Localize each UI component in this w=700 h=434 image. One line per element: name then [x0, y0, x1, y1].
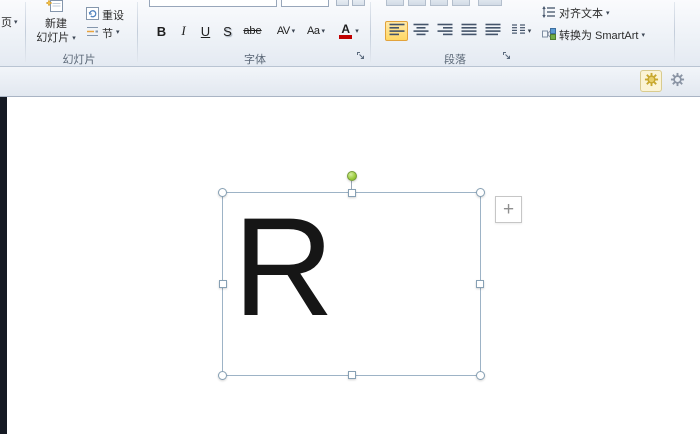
align-left-button[interactable] — [385, 21, 408, 41]
italic-button[interactable]: I — [173, 21, 194, 41]
grow-font-button-partial[interactable] — [336, 0, 349, 6]
font-color-letter: A — [341, 24, 350, 35]
reset-label: 重设 — [102, 7, 124, 23]
dropdown-arrow-icon: ▾ — [641, 32, 645, 39]
paragraph-group-label: 段落 — [400, 51, 510, 67]
font-size-combo-partial[interactable] — [281, 0, 329, 7]
dropdown-arrow-icon: ▾ — [355, 28, 359, 35]
group-divider — [674, 2, 675, 62]
resize-handle-top-middle[interactable] — [348, 189, 356, 197]
resize-handle-bottom-left[interactable] — [218, 371, 227, 380]
selected-textbox[interactable]: R — [222, 192, 481, 376]
shrink-font-button-partial[interactable] — [352, 0, 365, 6]
align-center-button[interactable] — [409, 21, 432, 41]
dropdown-arrow-icon: ▾ — [606, 10, 610, 17]
font-color-swatch — [339, 35, 352, 39]
new-slide-label-line1: 新建 — [45, 17, 67, 31]
ribbon-home-tab: 页 ▾ 新建 幻灯片 ▾ — [0, 0, 700, 67]
align-center-icon — [413, 23, 429, 39]
resize-handle-top-left[interactable] — [218, 188, 227, 197]
change-case-label: Aa — [307, 25, 319, 37]
new-slide-button[interactable]: 新建 幻灯片 ▾ — [28, 0, 84, 46]
columns-icon — [511, 23, 526, 39]
align-text-button[interactable]: 对齐文本 ▾ — [542, 5, 610, 21]
group-divider — [370, 2, 371, 62]
bold-button[interactable]: B — [151, 21, 172, 41]
resize-handle-right-middle[interactable] — [476, 280, 484, 288]
numbering-button-partial[interactable] — [408, 0, 426, 6]
dropdown-arrow-icon: ▾ — [14, 19, 18, 26]
dropdown-arrow-icon: ▾ — [72, 35, 76, 42]
cutoff-left-label: 页 — [1, 14, 12, 30]
change-case-button[interactable]: Aa ▾ — [302, 21, 330, 41]
font-color-button[interactable]: A ▾ — [336, 21, 362, 41]
font-name-combo-partial[interactable] — [149, 0, 277, 7]
settings-button[interactable] — [666, 70, 688, 92]
align-text-label: 对齐文本 — [559, 5, 603, 21]
resize-handle-bottom-right[interactable] — [476, 371, 485, 380]
character-spacing-button[interactable]: AV ▾ — [272, 21, 300, 41]
bullets-button-partial[interactable] — [386, 0, 404, 6]
rotation-handle[interactable] — [347, 171, 357, 181]
left-panel-edge — [0, 97, 7, 434]
resize-handle-left-middle[interactable] — [219, 280, 227, 288]
dropdown-arrow-icon: ▾ — [116, 29, 120, 36]
slides-group-label: 幻灯片 — [26, 51, 132, 67]
columns-button[interactable]: ▾ — [507, 21, 535, 41]
smartart-icon — [542, 28, 556, 43]
line-spacing-button-partial[interactable] — [478, 0, 502, 6]
align-text-icon — [542, 6, 556, 21]
dropdown-arrow-icon: ▾ — [528, 28, 532, 35]
secondary-toolbar — [0, 67, 700, 97]
font-color-icon: A — [339, 24, 352, 39]
text-shadow-button[interactable]: S — [217, 21, 238, 41]
increase-indent-button-partial[interactable] — [452, 0, 470, 6]
distribute-button[interactable] — [481, 21, 504, 41]
justify-icon — [461, 23, 477, 39]
cutoff-left-button[interactable]: 页 ▾ — [1, 14, 18, 30]
plus-button[interactable]: + — [495, 196, 522, 223]
section-label: 节 — [102, 25, 113, 41]
underline-button[interactable]: U — [195, 21, 216, 41]
align-right-button[interactable] — [433, 21, 456, 41]
convert-to-smartart-label: 转换为 SmartArt — [559, 27, 638, 43]
section-icon — [86, 25, 99, 41]
dropdown-arrow-icon: ▾ — [292, 28, 296, 35]
paragraph-dialog-launcher[interactable] — [501, 50, 513, 62]
font-group-label: 字体 — [200, 51, 310, 67]
reset-button[interactable]: 重设 — [86, 7, 124, 22]
strikethrough-button[interactable]: abe — [239, 21, 266, 41]
section-button[interactable]: 节 ▾ — [86, 25, 120, 40]
resize-handle-bottom-middle[interactable] — [348, 371, 356, 379]
justify-button[interactable] — [457, 21, 480, 41]
new-slide-label-line2: 幻灯片 — [36, 31, 69, 45]
gear-icon — [670, 72, 685, 90]
convert-to-smartart-button[interactable]: 转换为 SmartArt ▾ — [542, 27, 645, 43]
resize-handle-top-right[interactable] — [476, 188, 485, 197]
powerpoint-window: 页 ▾ 新建 幻灯片 ▾ — [0, 0, 700, 434]
align-right-icon — [437, 23, 453, 39]
sparkle-gear-icon — [644, 72, 659, 90]
addin-sparkle-button[interactable] — [640, 70, 662, 92]
new-slide-icon — [46, 0, 66, 17]
character-spacing-label: AV — [277, 25, 290, 37]
dropdown-arrow-icon: ▾ — [321, 28, 325, 35]
group-divider — [137, 2, 138, 62]
font-dialog-launcher[interactable] — [355, 50, 367, 62]
distribute-icon — [485, 23, 501, 39]
textbox-text: R — [233, 197, 334, 337]
reset-icon — [86, 7, 99, 23]
align-left-icon — [389, 23, 405, 39]
decrease-indent-button-partial[interactable] — [430, 0, 448, 6]
